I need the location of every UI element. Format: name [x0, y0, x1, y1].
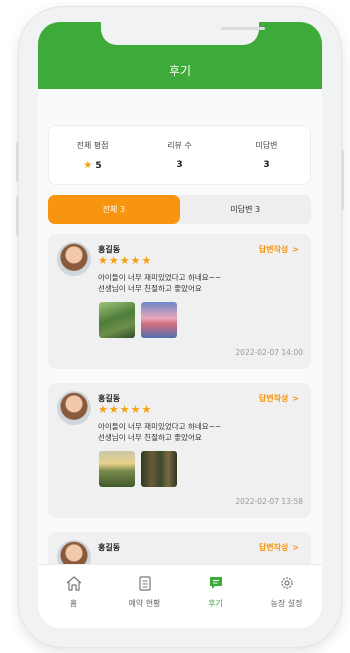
tab-unanswered[interactable]: 미답변 3: [180, 195, 312, 224]
review-text: 아이들이 너무 재미있었다고 하네요~~ 선생님이 너무 친절하고 좋았어요: [98, 421, 221, 443]
review-stats-card: 전체 평점 ★ 5 리뷰 수 3 미답변 3: [48, 125, 311, 185]
chevron-right-icon: >: [292, 394, 299, 403]
review-photo[interactable]: [141, 451, 177, 487]
avatar: [57, 242, 91, 276]
star-icon: ★: [83, 160, 93, 171]
review-text-line: 선생님이 너무 친절하고 좋았어요: [98, 284, 202, 293]
review-card: 홍길동 ★★★★★ 답변작성 > 아이들이 너무 재미있었다고 하네요~~ 선생님…: [48, 383, 311, 518]
reply-label: 답변작성: [258, 543, 289, 552]
review-text-line: 아이들이 너무 재미있었다고 하네요~~: [98, 273, 222, 282]
page-title: 후기: [168, 64, 192, 78]
stat-overall-rating: 전체 평점 ★ 5: [49, 126, 136, 184]
review-text: 아이들이 너무 재미있었다고 하네요~~ 선생님이 너무 친절하고 좋았어요: [98, 272, 221, 294]
stat-value: 3: [176, 160, 183, 170]
nav-reviews[interactable]: 후기: [180, 565, 251, 628]
review-card: 홍길동 답변작성 >: [48, 532, 311, 564]
nav-reservations[interactable]: 예약 현황: [109, 565, 180, 628]
rating-stars: ★★★★★: [98, 403, 153, 416]
nav-home[interactable]: 홈: [38, 565, 109, 628]
bottom-navigation: 홈 예약 현황 후기 농장 설정: [38, 564, 322, 628]
avatar: [57, 391, 91, 425]
review-author: 홍길동: [98, 543, 121, 552]
stat-value-wrapper: ★ 5: [49, 160, 136, 171]
stat-label: 미답변: [255, 141, 278, 150]
reply-button[interactable]: 답변작성 >: [259, 393, 299, 404]
review-photo[interactable]: [99, 451, 135, 487]
speaker: [221, 27, 265, 30]
chevron-right-icon: >: [292, 543, 299, 552]
reply-button[interactable]: 답변작성 >: [259, 244, 299, 255]
rating-stars: ★★★★★: [98, 254, 153, 267]
filter-tabs: 전체 3 미답변 3: [48, 195, 311, 224]
review-date: 2022-02-07 14:00: [235, 348, 303, 357]
stat-unanswered: 미답변 3: [223, 126, 310, 184]
phone-notch: [101, 22, 265, 45]
avatar: [57, 540, 91, 564]
tab-all[interactable]: 전체 3: [48, 195, 180, 224]
stat-value: 3: [263, 160, 270, 170]
chat-icon: [209, 577, 222, 589]
reply-label: 답변작성: [258, 245, 289, 254]
reply-button[interactable]: 답변작성 >: [259, 542, 299, 553]
nav-label: 농장 설정: [270, 599, 303, 608]
stat-label: 리뷰 수: [167, 141, 192, 150]
review-text-line: 선생님이 너무 친절하고 좋았어요: [98, 433, 202, 442]
app-screen: 후기 전체 평점 ★ 5 리뷰 수 3 미답변 3 전체 3 미답변 3 홍길동…: [38, 22, 322, 628]
main-content: 전체 평점 ★ 5 리뷰 수 3 미답변 3 전체 3 미답변 3 홍길동 ★★★…: [38, 89, 322, 564]
chevron-right-icon: >: [292, 245, 299, 254]
home-icon: [66, 576, 81, 591]
review-photo[interactable]: [99, 302, 135, 338]
clipboard-icon: [138, 576, 151, 591]
nav-label: 예약 현황: [128, 599, 161, 608]
nav-label: 홈: [69, 599, 78, 608]
reply-label: 답변작성: [258, 394, 289, 403]
nav-label: 후기: [208, 599, 223, 608]
review-text-line: 아이들이 너무 재미있었다고 하네요~~: [98, 422, 222, 431]
review-photo[interactable]: [141, 302, 177, 338]
stat-label: 전체 평점: [76, 141, 109, 150]
review-card: 홍길동 ★★★★★ 답변작성 > 아이들이 너무 재미있었다고 하네요~~ 선생님…: [48, 234, 311, 369]
stat-value: 5: [95, 161, 102, 171]
stat-review-count: 리뷰 수 3: [136, 126, 223, 184]
gear-icon: [280, 577, 293, 589]
review-date: 2022-02-07 13:58: [235, 497, 303, 506]
nav-farm-settings[interactable]: 농장 설정: [251, 565, 322, 628]
